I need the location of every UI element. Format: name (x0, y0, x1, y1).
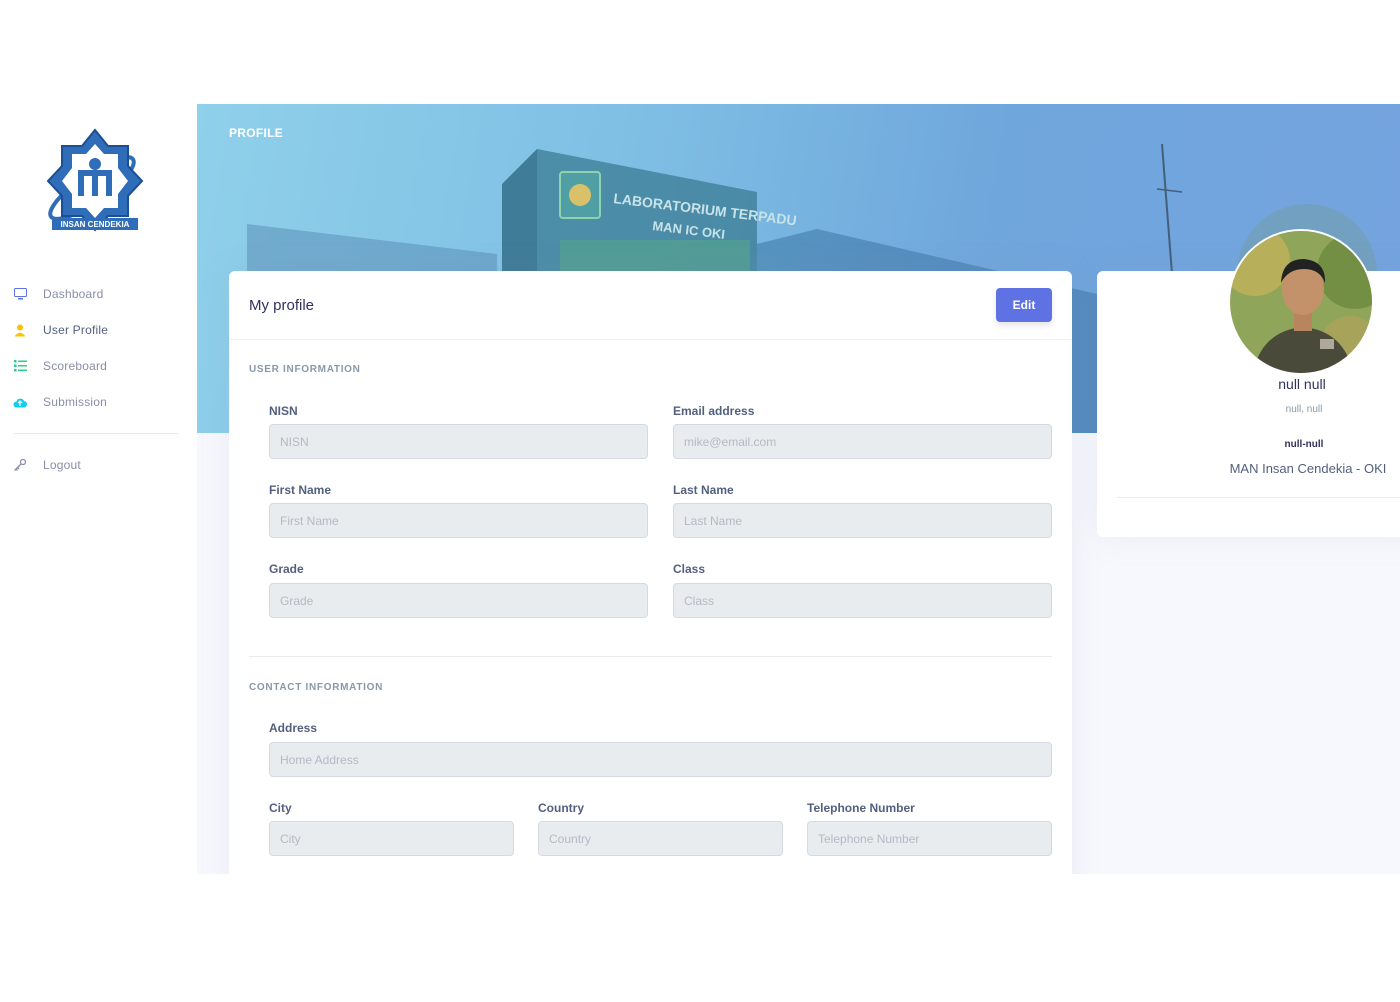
sidebar-item-label: Logout (43, 458, 81, 472)
country-label: Country (538, 801, 584, 815)
telephone-label: Telephone Number (807, 801, 915, 815)
card-title: My profile (249, 296, 315, 314)
sidebar-divider (14, 433, 178, 434)
city-field[interactable] (269, 821, 514, 856)
sidebar-item-label: User Profile (43, 323, 109, 337)
sidebar: INSAN CENDEKIA Dashboard User Profile Sc… (0, 104, 197, 874)
sidebar-item-scoreboard[interactable]: Scoreboard (0, 348, 197, 384)
grade-field[interactable] (269, 583, 648, 618)
sidebar-item-label: Submission (43, 395, 108, 409)
sidebar-item-logout[interactable]: Logout (0, 447, 197, 483)
profile-code: null-null (1284, 439, 1324, 450)
telephone-field[interactable] (807, 821, 1052, 856)
class-label: Class (673, 562, 706, 576)
profile-divider (1117, 497, 1400, 498)
sidebar-item-dashboard[interactable]: Dashboard (0, 276, 197, 312)
key-icon (13, 458, 27, 472)
cloud-upload-icon (13, 395, 27, 409)
country-field[interactable] (538, 821, 783, 856)
sidebar-item-label: Dashboard (43, 287, 104, 301)
svg-text:INSAN CENDEKIA: INSAN CENDEKIA (61, 220, 130, 229)
sidebar-item-user-profile[interactable]: User Profile (0, 312, 197, 348)
section-divider (249, 656, 1052, 657)
main-content: LABORATORIUM TERPADU MAN IC OKI PROFILE … (197, 104, 1400, 874)
address-label: Address (269, 721, 318, 735)
email-field[interactable] (673, 424, 1052, 459)
grade-label: Grade (269, 562, 304, 576)
nisn-label: NISN (269, 404, 298, 418)
city-label: City (269, 801, 292, 815)
list-icon (13, 359, 27, 373)
sidebar-item-label: Scoreboard (43, 359, 108, 373)
contact-information-heading: CONTACT INFORMATION (249, 682, 384, 693)
email-label: Email address (673, 404, 755, 418)
first-name-label: First Name (269, 483, 332, 497)
user-icon (13, 323, 27, 337)
card-header: My profile Edit (229, 271, 1072, 340)
user-information-heading: USER INFORMATION (249, 364, 361, 375)
address-field[interactable] (269, 742, 1052, 777)
class-field[interactable] (673, 583, 1052, 618)
nisn-field[interactable] (269, 424, 648, 459)
school-logo[interactable]: INSAN CENDEKIA (40, 126, 150, 234)
last-name-label: Last Name (673, 483, 734, 497)
sidebar-item-submission[interactable]: Submission (0, 384, 197, 420)
edit-button[interactable]: Edit (996, 288, 1052, 322)
sidebar-nav: Dashboard User Profile Scoreboard Submis… (0, 276, 197, 483)
profile-name: null null (1278, 376, 1326, 392)
page-title: PROFILE (229, 126, 284, 140)
profile-form-card: My profile Edit USER INFORMATION NISN Em… (229, 271, 1072, 874)
last-name-field[interactable] (673, 503, 1052, 538)
monitor-icon (13, 287, 27, 301)
first-name-field[interactable] (269, 503, 648, 538)
avatar (1228, 229, 1374, 375)
profile-school: MAN Insan Cendekia - OKI (1229, 461, 1387, 476)
profile-subtitle: null, null (1285, 404, 1323, 415)
